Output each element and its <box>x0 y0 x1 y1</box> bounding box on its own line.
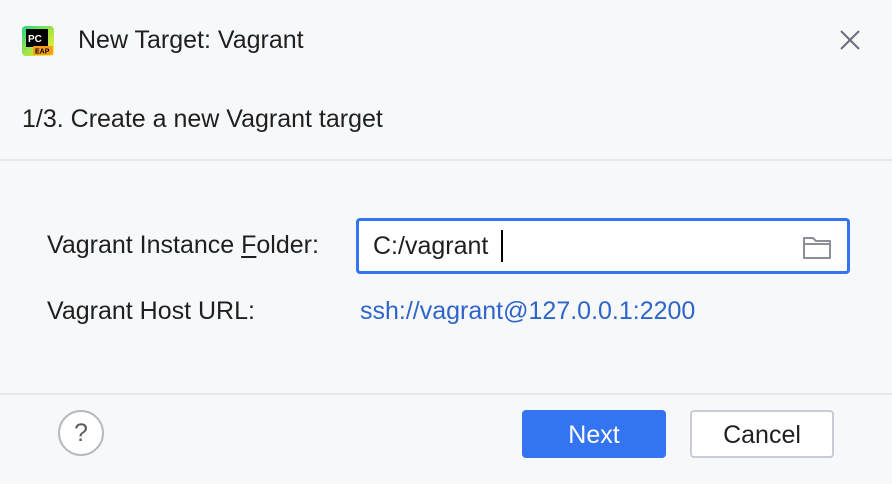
header-divider <box>0 159 892 161</box>
folder-icon[interactable] <box>801 233 833 261</box>
title-bar: PC EAP New Target: Vagrant <box>0 0 892 80</box>
step-header: 1/3. Create a new Vagrant target <box>22 105 383 133</box>
close-icon[interactable] <box>834 24 866 56</box>
footer-divider <box>0 393 892 395</box>
help-button[interactable]: ? <box>58 410 104 456</box>
folder-input[interactable] <box>373 229 793 263</box>
host-url-label: Vagrant Host URL: <box>47 297 255 325</box>
app-icon-text-top: PC <box>28 34 42 45</box>
folder-label-after: older: <box>256 231 319 259</box>
app-icon-text-bottom: EAP <box>35 49 50 56</box>
text-caret <box>501 230 503 262</box>
next-button[interactable]: Next <box>522 410 666 458</box>
new-target-dialog: PC EAP New Target: Vagrant 1/3. Create a… <box>0 0 892 484</box>
help-icon: ? <box>74 419 88 447</box>
cancel-button[interactable]: Cancel <box>690 410 834 458</box>
host-url-value: ssh://vagrant@127.0.0.1:2200 <box>360 297 696 325</box>
folder-label-before: Vagrant Instance <box>47 231 242 259</box>
folder-label: Vagrant Instance Folder: <box>47 229 319 261</box>
window-title: New Target: Vagrant <box>78 26 304 54</box>
folder-label-mnemonic: F <box>241 231 257 259</box>
pycharm-eap-icon: PC EAP <box>22 26 54 56</box>
folder-input-wrapper[interactable] <box>356 218 850 274</box>
